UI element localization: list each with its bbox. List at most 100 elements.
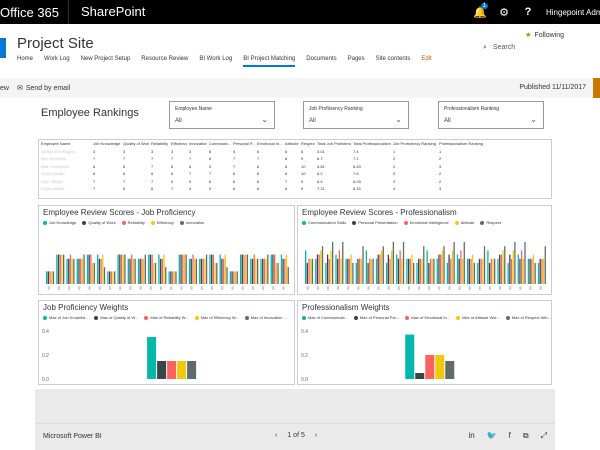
chart-bar[interactable] xyxy=(389,258,391,284)
chart-bar[interactable] xyxy=(541,258,543,284)
chart-bar[interactable] xyxy=(285,254,288,284)
chart-bar[interactable] xyxy=(509,254,511,284)
chart-bar[interactable] xyxy=(407,258,410,284)
chart-bar[interactable] xyxy=(537,263,540,284)
chart-bar[interactable] xyxy=(510,258,513,284)
slicer-professionalism-ranking[interactable]: Professionalism Ranking All ⌄ xyxy=(438,101,544,129)
chart-bar[interactable] xyxy=(502,250,504,284)
chart-bar[interactable] xyxy=(110,271,112,284)
chart-bar[interactable] xyxy=(542,258,545,284)
chart-bar[interactable] xyxy=(379,254,381,284)
chart-bar[interactable] xyxy=(267,254,269,284)
chart-bar[interactable] xyxy=(409,258,411,284)
chart-bar[interactable] xyxy=(243,254,245,284)
chart-bar[interactable] xyxy=(200,258,203,284)
chart-bar[interactable] xyxy=(402,242,405,284)
chart-bar[interactable] xyxy=(81,258,84,284)
chart-bar[interactable] xyxy=(83,254,85,284)
chart-bar[interactable] xyxy=(236,271,238,284)
chart-bar[interactable] xyxy=(472,254,474,284)
chart-bar[interactable] xyxy=(512,250,514,284)
chart-bar[interactable] xyxy=(275,263,277,284)
chart-bar[interactable] xyxy=(199,258,201,284)
chart-bar[interactable] xyxy=(256,258,259,284)
chart-bar[interactable] xyxy=(260,258,262,284)
panel-weights-prof[interactable]: Professionalism Weights Max of Communica… xyxy=(297,300,552,385)
chart-bar[interactable] xyxy=(369,258,371,284)
chart-bar[interactable] xyxy=(478,258,481,284)
chart-bar[interactable] xyxy=(262,258,264,284)
chart-bar[interactable] xyxy=(448,254,450,284)
chart-bar[interactable] xyxy=(423,246,425,284)
chart-bar[interactable] xyxy=(500,254,503,284)
chart-bar[interactable] xyxy=(532,254,535,284)
chart-bar[interactable] xyxy=(411,254,413,284)
legend-item[interactable]: Attitude xyxy=(454,220,474,225)
chart-bar[interactable] xyxy=(461,258,464,284)
chart-bar[interactable] xyxy=(119,254,121,284)
panel-review-job[interactable]: Employee Review Scores - Job Proficiency… xyxy=(38,205,295,295)
chart-bar[interactable] xyxy=(205,254,208,284)
chart-bar[interactable] xyxy=(273,254,276,284)
chevron-right-icon[interactable]: › xyxy=(315,432,317,439)
chart-bar[interactable] xyxy=(253,254,255,284)
chart-bar[interactable] xyxy=(127,258,129,284)
chart-bar[interactable] xyxy=(347,258,349,284)
bar-chart[interactable]: 0.4 0.2 0.0 xyxy=(40,323,295,385)
table-row[interactable]: Blair Thompson 6 6 7 6 6 5 7 6 8 10 5.81 6.43 2 3 xyxy=(39,163,551,171)
chart-bar[interactable] xyxy=(360,258,362,284)
chart-bar[interactable] xyxy=(56,254,58,284)
chart-bar[interactable] xyxy=(453,242,455,284)
chart-bar[interactable] xyxy=(91,263,94,284)
chevron-down-icon[interactable]: ⌄ xyxy=(261,115,268,124)
chart-bar[interactable] xyxy=(144,254,146,284)
chart-bar[interactable] xyxy=(151,254,153,284)
chart-bar[interactable] xyxy=(441,250,443,284)
chart-bar[interactable] xyxy=(222,258,225,284)
chart-bar[interactable] xyxy=(320,250,322,284)
chart-bar[interactable] xyxy=(141,258,143,284)
nav-site-contents[interactable]: Site contents xyxy=(376,56,411,67)
chart-bar[interactable] xyxy=(80,258,82,284)
legend-item[interactable]: Max of Emotional In... xyxy=(405,315,450,320)
legend-item[interactable]: Communication Skills xyxy=(302,220,346,225)
chart-bar[interactable] xyxy=(280,254,283,284)
chart-bar[interactable] xyxy=(382,246,384,284)
grouped-bar-chart[interactable] xyxy=(40,228,295,294)
chart-bar[interactable] xyxy=(330,250,332,284)
chart-bar[interactable] xyxy=(66,258,68,284)
legend-item[interactable]: Personal Presentation xyxy=(352,220,398,225)
chart-bar[interactable] xyxy=(178,254,181,284)
chart-bar[interactable] xyxy=(338,250,341,284)
chart-bar[interactable] xyxy=(57,254,60,284)
linkedin-icon[interactable]: in xyxy=(468,431,474,441)
chart-bar[interactable] xyxy=(177,361,187,379)
chart-bar[interactable] xyxy=(212,254,215,284)
chart-bar[interactable] xyxy=(90,254,92,284)
chart-bar[interactable] xyxy=(315,258,317,284)
chart-bar[interactable] xyxy=(108,271,111,284)
nav-home[interactable]: Home xyxy=(17,56,33,67)
chart-bar[interactable] xyxy=(438,254,440,284)
chart-bar[interactable] xyxy=(488,263,491,284)
chart-bar[interactable] xyxy=(370,258,373,284)
legend-item[interactable]: Respect xyxy=(480,220,501,225)
chart-bar[interactable] xyxy=(413,263,415,284)
chart-bar[interactable] xyxy=(76,258,78,284)
bell-icon[interactable]: 🔔 1 xyxy=(468,0,492,24)
chart-bar[interactable] xyxy=(97,254,99,284)
chart-bar[interactable] xyxy=(306,263,308,284)
chart-bar[interactable] xyxy=(451,250,454,284)
chart-bar[interactable] xyxy=(163,254,165,284)
chart-bar[interactable] xyxy=(418,258,420,284)
chart-bar[interactable] xyxy=(310,258,312,284)
facebook-icon[interactable]: f xyxy=(509,431,511,441)
chart-bar[interactable] xyxy=(157,361,167,379)
chart-bar[interactable] xyxy=(524,242,526,284)
chart-bar[interactable] xyxy=(148,254,150,284)
chart-bar[interactable] xyxy=(158,254,160,284)
chart-bar[interactable] xyxy=(497,258,499,284)
chart-bar[interactable] xyxy=(492,258,494,284)
chart-bar[interactable] xyxy=(359,258,361,284)
legend-item[interactable]: Max of Personal Pre... xyxy=(353,315,399,320)
